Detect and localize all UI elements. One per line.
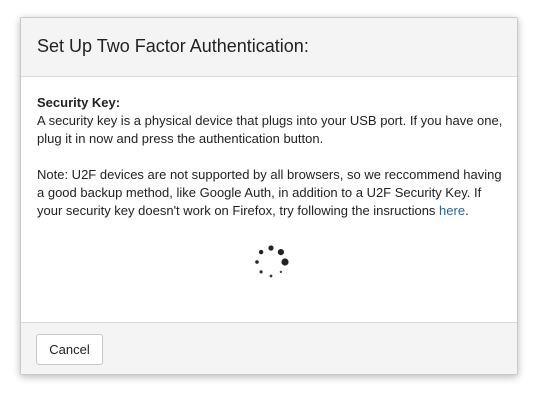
instructions-link[interactable]: here: [439, 203, 465, 218]
spinner-dot: [279, 270, 283, 274]
section-heading: Security Key:: [37, 95, 121, 110]
spinner-dot: [258, 249, 264, 255]
u2f-note: Note: U2F devices are not supported by a…: [37, 166, 509, 220]
spinner-dot: [259, 270, 263, 274]
dialog-body: Security Key: A security key is a physic…: [37, 94, 509, 220]
page-backdrop: Set Up Two Factor Authentication: Securi…: [0, 0, 539, 393]
u2f-note-text: Note: U2F devices are not supported by a…: [37, 167, 502, 218]
dialog-title: Set Up Two Factor Authentication:: [37, 36, 309, 56]
spinner-dot: [281, 258, 289, 266]
spinner-dot: [277, 249, 284, 256]
spinner-dot: [255, 260, 259, 264]
spinner-dot: [268, 245, 274, 251]
security-key-description: Security Key: A security key is a physic…: [37, 94, 509, 148]
dialog-footer: Cancel: [21, 322, 517, 374]
spinner-dot: [269, 274, 273, 278]
loading-spinner-icon: [255, 245, 289, 278]
cancel-button[interactable]: Cancel: [36, 334, 103, 365]
two-factor-dialog: Set Up Two Factor Authentication: Securi…: [20, 17, 518, 375]
dialog-header: Set Up Two Factor Authentication:: [21, 18, 517, 77]
security-key-text: A security key is a physical device that…: [37, 113, 503, 146]
u2f-note-period: .: [465, 203, 469, 218]
